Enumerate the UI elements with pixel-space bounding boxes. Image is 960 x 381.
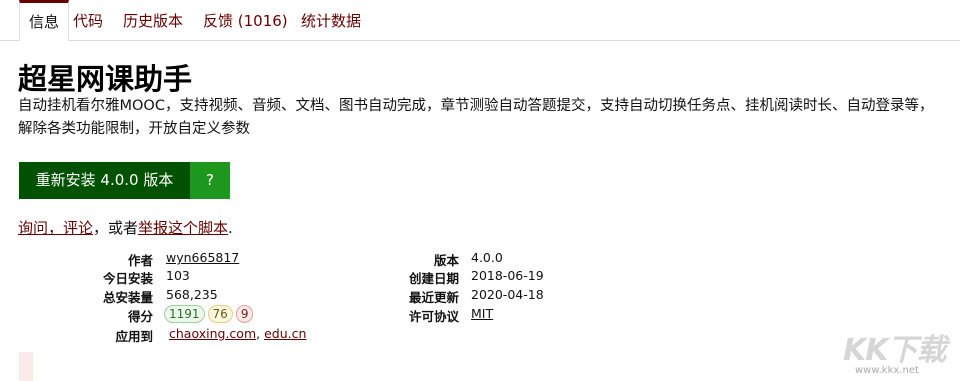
site-watermark: KK下载 www.kkx.net — [843, 325, 953, 377]
tab-feedback[interactable]: 反馈 (1016) — [203, 0, 288, 40]
tab-bar: 信息 代码 历史版本 反馈 (1016) 统计数据 — [0, 0, 960, 41]
decorative-corner — [19, 352, 33, 381]
script-title: 超星网课助手 — [18, 62, 193, 96]
tab-stats[interactable]: 统计数据 — [301, 0, 361, 40]
license-label: 许可协议 — [408, 309, 459, 324]
license-link[interactable]: MIT — [471, 306, 493, 321]
version-label: 版本 — [433, 253, 459, 268]
tab-history[interactable]: 历史版本 — [123, 0, 183, 40]
updated-label: 最近更新 — [408, 290, 459, 305]
version-value: 4.0.0 — [471, 250, 503, 265]
updated-value: 2020-04-18 — [471, 287, 544, 302]
meta-right: 版本 4.0.0 创建日期 2018-06-19 最近更新 2020-04-18… — [0, 250, 960, 345]
feedback-period: . — [228, 219, 233, 237]
tab-info[interactable]: 信息 — [19, 0, 70, 41]
created-label: 创建日期 — [408, 271, 459, 286]
feedback-or-text: ，或者 — [93, 219, 139, 237]
ask-comment-link[interactable]: 询问，评论 — [18, 219, 93, 237]
feedback-line: 询问，评论，或者举报这个脚本. — [18, 217, 233, 238]
install-help-button[interactable]: ? — [190, 162, 230, 199]
report-script-link[interactable]: 举报这个脚本 — [138, 219, 228, 237]
reinstall-button[interactable]: 重新安装 4.0.0 版本 — [19, 162, 190, 199]
watermark-logo: KK下载 — [843, 333, 946, 368]
created-value: 2018-06-19 — [471, 268, 544, 283]
tab-code[interactable]: 代码 — [73, 0, 103, 40]
watermark-url: www.kkx.net — [855, 365, 919, 376]
script-description: 自动挂机看尔雅MOOC，支持视频、音频、文档、图书自动完成，章节测验自动答题提交… — [18, 98, 934, 137]
